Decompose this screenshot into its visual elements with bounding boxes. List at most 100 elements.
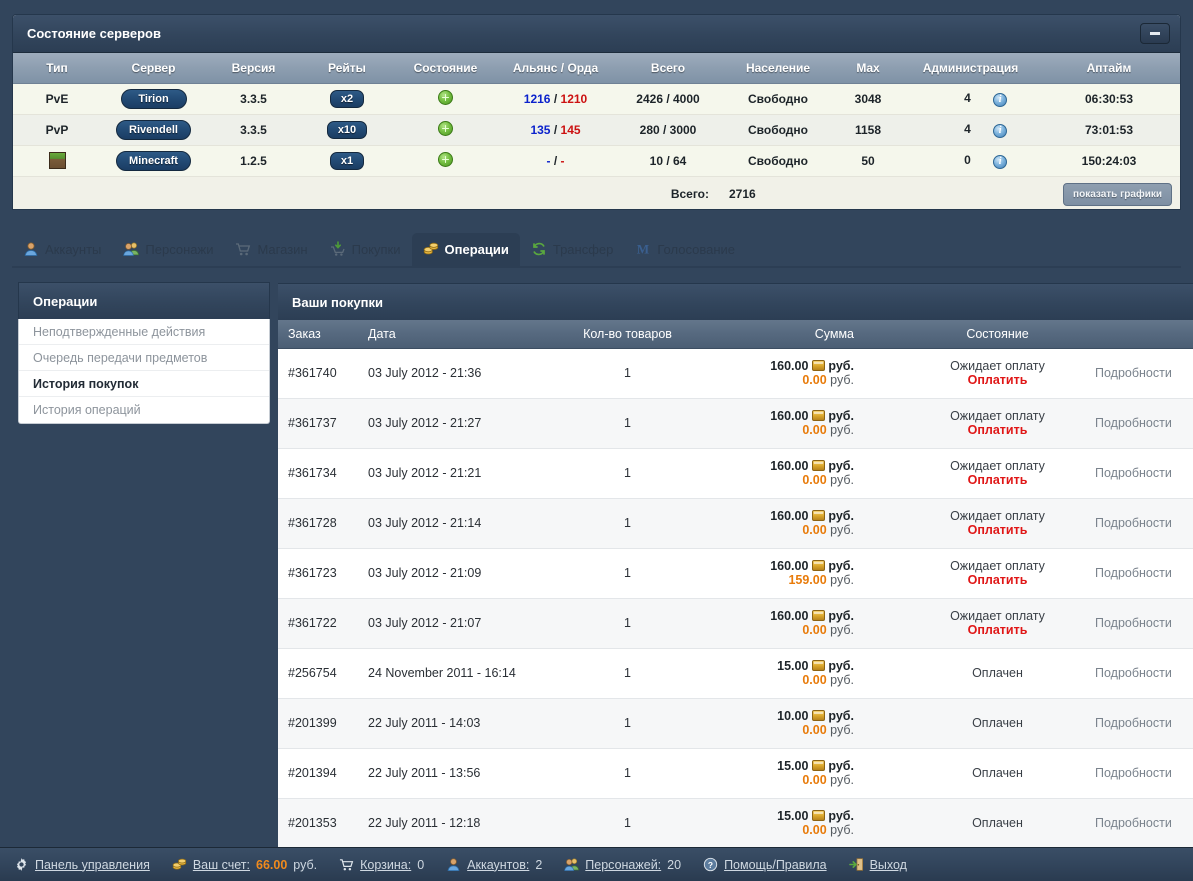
cell-date: 03 July 2012 - 21:27: [360, 398, 550, 449]
cell-actions: Подробности: [1085, 598, 1193, 649]
details-link[interactable]: Подробности: [1095, 816, 1172, 830]
cart-icon: [235, 241, 251, 257]
tab-label: Персонажи: [145, 241, 214, 257]
footer-cart[interactable]: Корзина: 0: [339, 857, 424, 872]
cell-quantity: 1: [550, 398, 705, 449]
show-graphs-button[interactable]: показать графики: [1063, 182, 1172, 206]
rate-badge: x2: [329, 89, 365, 108]
tab-voting[interactable]: M Голосование: [624, 233, 746, 266]
footer-help[interactable]: ? Помощь/Правила: [703, 857, 827, 872]
col-status: Состояние: [393, 53, 498, 84]
rate-badge: x10: [326, 120, 368, 139]
info-icon[interactable]: i: [993, 154, 1008, 169]
tab-operations[interactable]: Операции: [411, 233, 520, 266]
total-value: 2716: [723, 176, 833, 209]
tab-shop[interactable]: Магазин: [224, 233, 318, 266]
sidebar-item-label: История операций: [33, 403, 141, 417]
sum-total: 160.00 руб.: [770, 459, 854, 473]
purchases-header-row: Заказ Дата Кол-во товаров Сумма Состояни…: [278, 320, 1193, 349]
pay-link[interactable]: Оплатить: [918, 473, 1077, 487]
sidebar-item-operations-history[interactable]: История операций: [19, 397, 269, 423]
cell-total: 280 / 3000: [613, 114, 723, 146]
footer-characters[interactable]: Персонажей: 20: [564, 857, 681, 872]
cart-label[interactable]: Корзина:: [360, 858, 411, 872]
purchases-table: Заказ Дата Кол-во товаров Сумма Состояни…: [278, 320, 1193, 881]
pay-link[interactable]: Оплатить: [918, 373, 1077, 387]
details-link[interactable]: Подробности: [1095, 516, 1172, 530]
pay-link[interactable]: Оплатить: [918, 423, 1077, 437]
details-link[interactable]: Подробности: [1095, 666, 1172, 680]
sum-paid: 0.00 руб.: [802, 823, 854, 837]
logout-link[interactable]: Выход: [870, 858, 907, 872]
details-link[interactable]: Подробности: [1095, 466, 1172, 480]
table-row: #201394 22 July 2011 - 13:56 1 15.00 руб. 0.…: [278, 748, 1193, 799]
tab-label: Голосование: [657, 241, 735, 257]
cell-alliance-horde: - / -: [498, 145, 613, 177]
sidebar-item-purchase-history[interactable]: История покупок: [19, 371, 269, 397]
cell-date: 03 July 2012 - 21:14: [360, 498, 550, 549]
cell-date: 03 July 2012 - 21:09: [360, 548, 550, 599]
sidebar-item-item-transfer-queue[interactable]: Очередь передачи предметов: [19, 345, 269, 371]
control-panel-link[interactable]: Панель управления: [35, 858, 150, 872]
footer-balance[interactable]: Ваш счет: 66.00 руб.: [172, 857, 317, 872]
pay-link[interactable]: Оплатить: [918, 523, 1077, 537]
accounts-label[interactable]: Аккаунтов:: [467, 858, 529, 872]
footer-logout[interactable]: Выход: [848, 857, 907, 872]
sidebar-item-unconfirmed-actions[interactable]: Неподтвержденные действия: [19, 319, 269, 345]
cell-order: #361737: [278, 398, 360, 449]
details-link[interactable]: Подробности: [1095, 716, 1172, 730]
server-table-footer-row: Всего: 2716 показать графики: [13, 176, 1180, 209]
balance-label[interactable]: Ваш счет:: [193, 858, 250, 872]
purchases-panel: Ваши покупки Заказ Дата Кол-во товаров С…: [278, 283, 1193, 881]
col-rates: Рейты: [301, 53, 393, 84]
details-link[interactable]: Подробности: [1095, 566, 1172, 580]
tab-label: Трансфер: [552, 241, 614, 257]
cell-sum: 160.00 руб. 0.00 руб.: [705, 398, 910, 449]
cell-state: Ожидает оплату Оплатить: [910, 598, 1085, 649]
sum-paid: 0.00 руб.: [802, 723, 854, 737]
characters-label[interactable]: Персонажей:: [585, 858, 661, 872]
cell-status: [393, 145, 498, 177]
pay-link[interactable]: Оплатить: [918, 623, 1077, 637]
cell-sum: 160.00 руб. 0.00 руб.: [705, 448, 910, 499]
coins-icon: [423, 241, 439, 257]
table-row: #361740 03 July 2012 - 21:36 1 160.00 руб. 0…: [278, 348, 1193, 399]
pay-link[interactable]: Оплатить: [918, 573, 1077, 587]
footer-accounts[interactable]: Аккаунтов: 2: [446, 857, 542, 872]
status-badge: Оплачен: [972, 716, 1023, 730]
sum-total: 160.00 руб.: [770, 559, 854, 573]
users-icon: [564, 857, 580, 872]
gear-icon: [14, 857, 29, 872]
gold-coin-icon: [811, 460, 825, 471]
details-link[interactable]: Подробности: [1095, 766, 1172, 780]
cell-total: 2426 / 4000: [613, 83, 723, 115]
cell-actions: Подробности: [1085, 648, 1193, 699]
status-badge: Ожидает оплату: [950, 459, 1045, 473]
server-badge[interactable]: Tirion: [120, 88, 187, 109]
details-link[interactable]: Подробности: [1095, 416, 1172, 430]
info-icon[interactable]: i: [993, 92, 1008, 107]
tab-transfer[interactable]: Трансфер: [520, 233, 625, 266]
tab-accounts[interactable]: Аккаунты: [12, 233, 112, 266]
minimize-icon[interactable]: [1140, 23, 1170, 44]
sum-paid: 0.00 руб.: [802, 673, 854, 687]
details-link[interactable]: Подробности: [1095, 366, 1172, 380]
cell-quantity: 1: [550, 348, 705, 399]
server-badge[interactable]: Rivendell: [116, 119, 191, 140]
help-link[interactable]: Помощь/Правила: [724, 858, 827, 872]
tab-characters[interactable]: Персонажи: [112, 233, 224, 266]
cell-type: PvE: [13, 83, 101, 115]
server-badge[interactable]: Minecraft: [116, 150, 191, 171]
col-actions: [1085, 320, 1193, 349]
footer-control-panel[interactable]: Панель управления: [14, 857, 150, 872]
cell-order: #201394: [278, 748, 360, 799]
separator: /: [553, 91, 558, 106]
separator: /: [553, 122, 558, 137]
cell-population: Свободно: [723, 83, 833, 115]
tab-purchases[interactable]: Покупки: [319, 233, 412, 266]
sum-total: 15.00 руб.: [777, 659, 854, 673]
info-icon[interactable]: i: [993, 123, 1008, 138]
details-link[interactable]: Подробности: [1095, 616, 1172, 630]
characters-value: 20: [667, 857, 682, 872]
sidebar-item-label: История покупок: [33, 376, 139, 391]
